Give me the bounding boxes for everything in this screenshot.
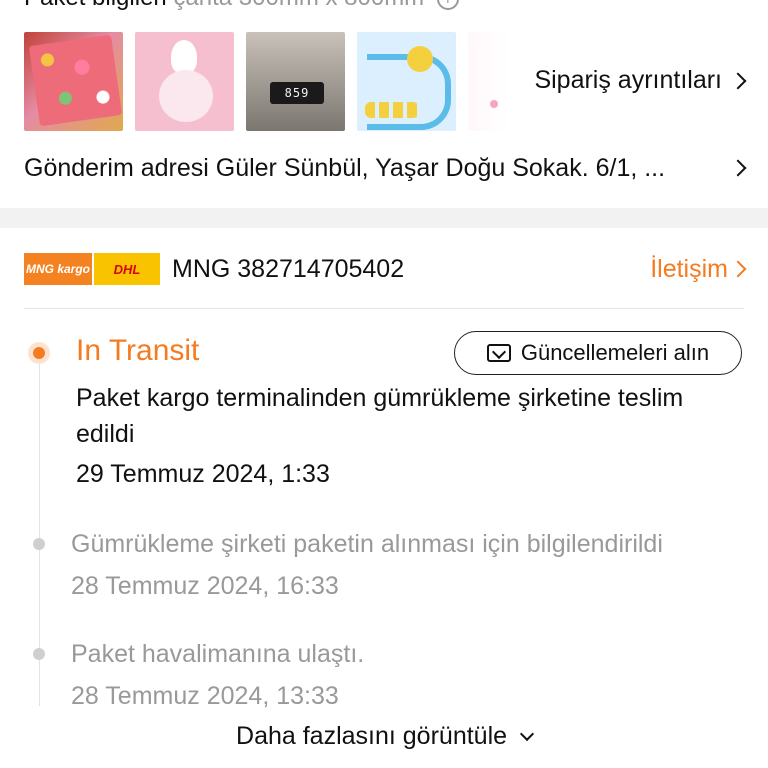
timeline-event-time: 28 Temmuz 2024, 13:33: [71, 682, 339, 710]
timeline-event-text: Paket kargo terminalinden gümrükleme şir…: [76, 384, 684, 448]
shipping-address-text: Gönderim adresi Güler Sünbül, Yaşar Doğu…: [24, 153, 666, 182]
timeline-dot: [33, 648, 45, 660]
chevron-right-icon: [729, 159, 747, 177]
package-info-header: Paket bilgileri çanta 300mm x 800mm i: [24, 0, 459, 12]
clock-display: 859: [270, 82, 324, 104]
chevron-down-icon: [519, 726, 535, 742]
get-updates-label: Güncellemeleri alın: [520, 340, 710, 365]
timeline-dot: [33, 538, 45, 550]
product-thumbnail-clock[interactable]: 859: [246, 32, 345, 131]
timeline-dot-active: [28, 342, 50, 364]
dhl-logo: DHL: [92, 253, 160, 285]
product-thumbnail-partial[interactable]: [468, 32, 508, 131]
chevron-right-icon: [729, 72, 747, 89]
get-updates-button[interactable]: Güncellemeleri alın: [454, 331, 742, 375]
mng-logo: MNG kargo: [24, 253, 92, 285]
timeline-event-text: Paket havalimanına ulaştı.: [71, 640, 365, 668]
section-divider: [0, 208, 768, 228]
product-thumbnails: 859: [24, 32, 508, 131]
shipment-status: In Transit: [76, 334, 200, 367]
product-thumbnail-bunny-pillow[interactable]: [135, 32, 234, 131]
show-more-label: Daha fazlasını görüntüle: [236, 722, 508, 750]
package-info-subtitle: çanta 300mm x 800mm: [173, 0, 424, 11]
product-thumbnail-duck-track[interactable]: [357, 32, 456, 131]
package-info-title: Paket bilgileri: [24, 0, 167, 11]
mail-icon: [486, 344, 511, 362]
divider: [24, 308, 744, 309]
order-details-label: Sipariş ayrıntıları: [534, 66, 722, 94]
product-thumbnail-bag[interactable]: [24, 32, 123, 131]
timeline-event-time: 28 Temmuz 2024, 16:33: [71, 572, 339, 600]
carrier-row: MNG kargo DHL MNG 382714705402 İletişim: [24, 250, 747, 288]
timeline-event-text: Gümrükleme şirketi paketin alınması için…: [71, 530, 663, 558]
info-icon[interactable]: i: [436, 0, 459, 10]
order-details-link[interactable]: Sipariş ayrıntıları: [534, 66, 747, 95]
shipping-address-row[interactable]: Gönderim adresi Güler Sünbül, Yaşar Doğu…: [24, 150, 747, 186]
show-more-button[interactable]: Daha fazlasını görüntüle: [0, 722, 768, 751]
carrier-logo: MNG kargo DHL: [24, 253, 160, 285]
chevron-right-icon: [729, 260, 747, 278]
timeline-event-time: 29 Temmuz 2024, 1:33: [76, 460, 330, 488]
contact-link[interactable]: İletişim: [650, 254, 747, 284]
tracking-number: MNG 382714705402: [172, 254, 405, 283]
contact-label: İletişim: [650, 254, 728, 283]
